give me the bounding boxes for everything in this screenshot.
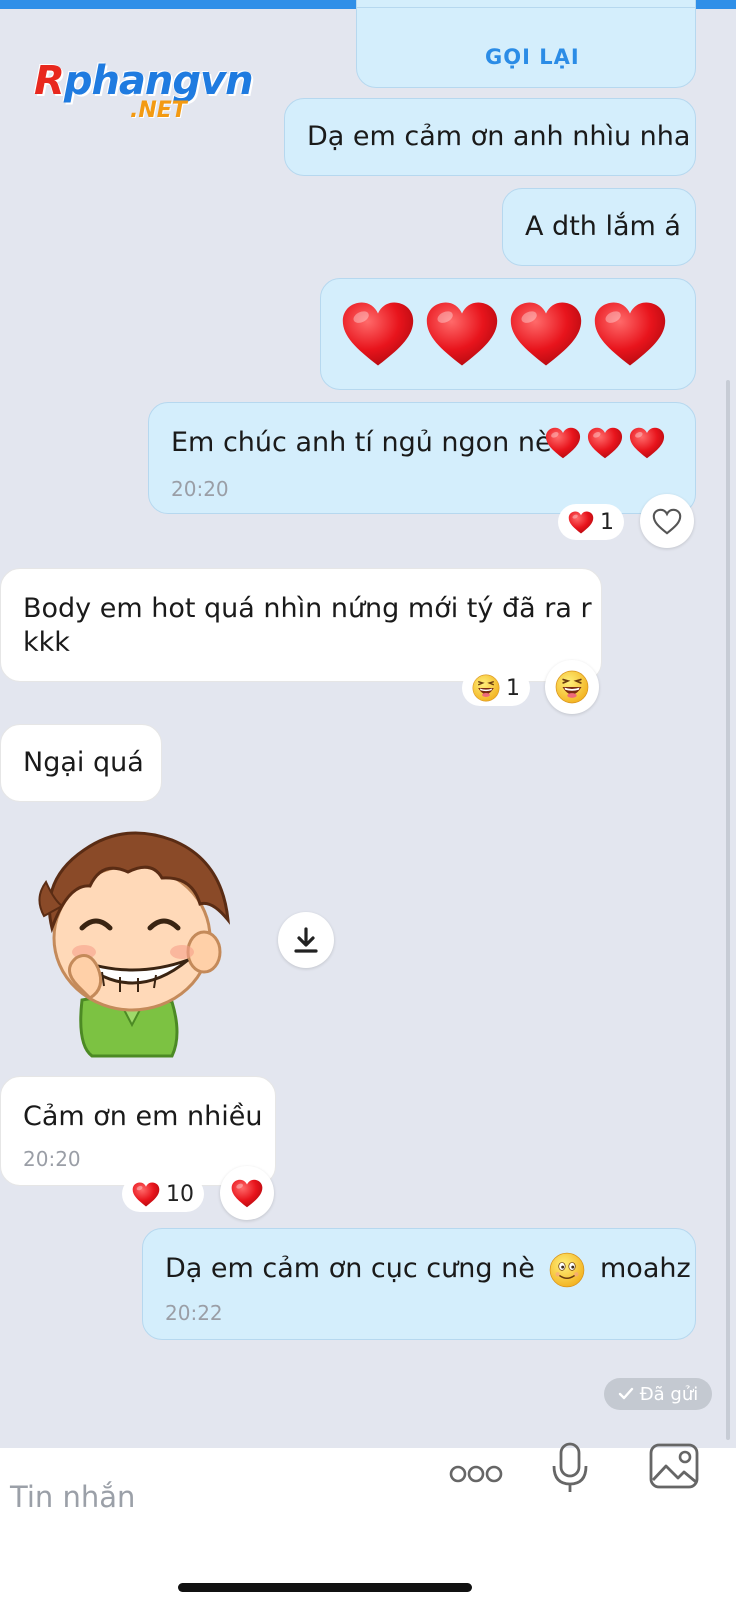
react-button[interactable] bbox=[640, 494, 694, 548]
message-bubble-outgoing[interactable]: Dạ em cảm ơn anh nhìu nha bbox=[284, 98, 696, 176]
sent-status-label: Đã gửi bbox=[639, 1383, 699, 1405]
message-input-placeholder: Tin nhắn bbox=[10, 1480, 136, 1514]
message-text-part1: Dạ em cảm ơn cục cưng nè bbox=[165, 1253, 535, 1284]
check-icon bbox=[618, 1387, 633, 1400]
message-text: Body em hot quá nhìn nứng mới tý đã ra r bbox=[23, 593, 592, 624]
reaction-count: 1 bbox=[600, 509, 614, 535]
reaction-summary[interactable]: 1 bbox=[462, 670, 530, 706]
heart-icon bbox=[425, 301, 499, 367]
more-button[interactable] bbox=[448, 1448, 506, 1498]
message-bubble-outgoing[interactable]: Em chúc anh tí ngủ ngon nè 20:20 bbox=[148, 402, 696, 514]
heart-icon bbox=[509, 301, 583, 367]
microphone-icon bbox=[552, 1442, 588, 1492]
smiling-face-icon bbox=[549, 1252, 585, 1288]
sent-status-badge: Đã gửi bbox=[604, 1378, 712, 1410]
message-time: 20:22 bbox=[165, 1301, 223, 1325]
download-icon bbox=[294, 927, 318, 953]
heart-icon bbox=[629, 427, 665, 459]
call-back-button[interactable]: GỌI LẠI bbox=[485, 45, 580, 69]
heart-icon bbox=[593, 301, 667, 367]
logo-letter: R bbox=[34, 58, 65, 104]
reaction-summary[interactable]: 1 bbox=[558, 504, 624, 540]
heart-icon bbox=[545, 427, 581, 459]
reaction-summary[interactable]: 10 bbox=[122, 1176, 204, 1212]
heart-icon bbox=[231, 1179, 263, 1208]
message-bubble-outgoing[interactable]: A dth lắm á bbox=[502, 188, 696, 266]
message-text: Cảm ơn em nhiều bbox=[23, 1101, 263, 1132]
logo-suffix: .NET bbox=[130, 98, 187, 123]
message-bubble-incoming[interactable]: Body em hot quá nhìn nứng mới tý đã ra r… bbox=[0, 568, 602, 682]
call-card: GỌI LẠI bbox=[356, 0, 696, 88]
message-input[interactable]: Tin nhắn bbox=[0, 1460, 440, 1530]
message-text-line2: kkk bbox=[23, 627, 70, 658]
message-text: Em chúc anh tí ngủ ngon nè bbox=[171, 427, 552, 458]
heart-icon bbox=[132, 1182, 160, 1207]
message-time: 20:20 bbox=[171, 477, 229, 501]
laughing-face-icon bbox=[555, 670, 589, 704]
watermark-logo: Rphangvn .NET bbox=[34, 58, 264, 130]
download-button[interactable] bbox=[278, 912, 334, 968]
image-icon bbox=[649, 1443, 699, 1489]
grinning-boy-sticker[interactable] bbox=[32, 820, 242, 1058]
react-button[interactable] bbox=[220, 1166, 274, 1220]
heart-icon bbox=[587, 427, 623, 459]
react-button[interactable] bbox=[545, 660, 599, 714]
laughing-face-icon bbox=[472, 674, 500, 702]
sticker-image bbox=[38, 831, 230, 1058]
microphone-button[interactable] bbox=[550, 1440, 590, 1496]
message-text-part2: moahz bbox=[600, 1253, 691, 1284]
call-card-divider bbox=[357, 7, 695, 8]
message-text: Dạ em cảm ơn anh nhìu nha bbox=[307, 121, 691, 152]
message-text: Ngại quá bbox=[23, 747, 144, 778]
message-bubble-outgoing[interactable]: Dạ em cảm ơn cục cưng nè moahz 20:22 bbox=[142, 1228, 696, 1340]
scrollbar[interactable] bbox=[726, 380, 730, 1440]
more-icon bbox=[449, 1465, 503, 1483]
home-indicator[interactable] bbox=[178, 1583, 472, 1592]
message-text: A dth lắm á bbox=[525, 211, 681, 242]
heart-icon bbox=[568, 511, 594, 534]
image-button[interactable] bbox=[648, 1442, 700, 1490]
heart-outline-icon bbox=[652, 508, 682, 535]
reaction-count: 10 bbox=[166, 1181, 194, 1207]
reaction-count: 1 bbox=[506, 675, 520, 701]
message-text: Dạ em cảm ơn cục cưng nè moahz bbox=[165, 1251, 691, 1288]
heart-icon bbox=[341, 301, 415, 367]
message-bubble-emoji[interactable] bbox=[320, 278, 696, 390]
message-time: 20:20 bbox=[23, 1147, 81, 1171]
message-bubble-incoming[interactable]: Ngại quá bbox=[0, 724, 162, 802]
